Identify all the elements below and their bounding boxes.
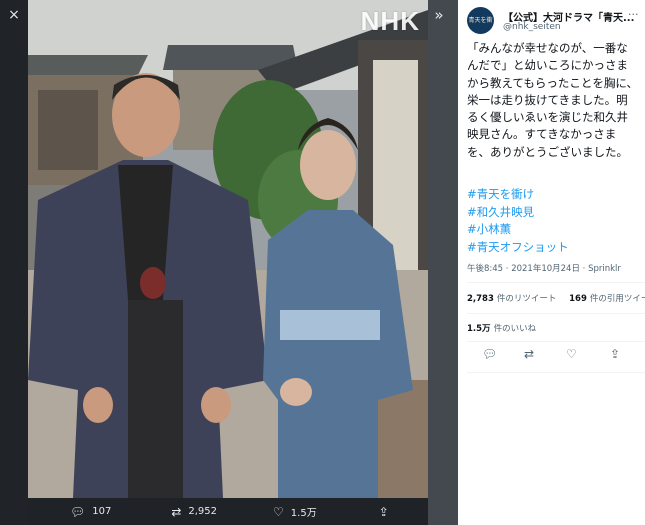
retweets-stat[interactable]: 2,783 件のリツイート xyxy=(467,294,556,304)
reply-icon[interactable]: 💬︎ xyxy=(482,347,497,361)
reply-button[interactable]: 💬︎ 107 xyxy=(70,505,111,519)
tweet-action-row: 💬︎ ⇄ ♡ ⇪ xyxy=(458,347,645,367)
account-handle[interactable]: @nhk_seiten xyxy=(503,22,561,32)
engagement-stats: 2,783 件のリツイート 169 件の引用ツイー xyxy=(467,292,645,304)
quotes-stat[interactable]: 169 件の引用ツイー xyxy=(569,294,645,304)
divider xyxy=(467,372,645,373)
divider xyxy=(467,282,645,283)
share-icon[interactable]: ⇪ xyxy=(610,347,620,361)
retweet-icon[interactable]: ⇄ xyxy=(524,347,534,361)
reply-count: 107 xyxy=(92,506,112,517)
tweet-detail-panel: 青天を衝け 【公式】大河ドラマ「青天... @nhk_seiten ··· 「み… xyxy=(458,0,645,525)
more-icon: ··· xyxy=(628,8,639,21)
likes-stat[interactable]: 1.5万 件のいいね xyxy=(467,322,536,334)
more-options-button[interactable]: ··· xyxy=(628,8,639,21)
close-icon: × xyxy=(8,7,20,23)
like-count: 1.5万 xyxy=(290,508,317,519)
hashtag-link[interactable]: #小林薫 xyxy=(467,221,639,239)
avatar[interactable]: 青天を衝け xyxy=(467,7,494,34)
expand-panel-button[interactable]: » xyxy=(428,4,450,26)
tweet-timestamp[interactable]: 午後8:45 · 2021年10月24日 · Sprinklr xyxy=(467,262,621,274)
tweet-text: 「みんなが幸せなのが、一番なんだで」と幼いころにかっさまから教えてもらったことを… xyxy=(467,41,639,159)
hashtag-link[interactable]: #青天オフショット xyxy=(467,239,639,257)
tweet-photo[interactable]: NHK xyxy=(28,0,428,498)
divider xyxy=(467,341,645,342)
nhk-watermark: NHK xyxy=(360,6,420,36)
like-button[interactable]: ♡ 1.5万 xyxy=(273,504,317,520)
retweet-count: 2,952 xyxy=(188,506,218,517)
close-button[interactable]: × xyxy=(3,4,25,26)
share-icon: ⇪ xyxy=(378,504,389,519)
hashtag-list: #青天を衝け #和久井映見 #小林薫 #青天オフショット xyxy=(467,186,639,256)
chevron-right-icon: » xyxy=(434,6,444,24)
reply-icon: 💬︎ xyxy=(70,504,86,519)
hashtag-link[interactable]: #和久井映見 xyxy=(467,204,639,222)
heart-icon[interactable]: ♡ xyxy=(566,347,577,361)
photo-illustration xyxy=(28,0,428,498)
divider xyxy=(467,313,645,314)
retweet-button[interactable]: ⇄ 2,952 xyxy=(171,505,217,519)
retweet-icon: ⇄ xyxy=(171,504,182,519)
feed-background-left xyxy=(0,0,28,525)
photo-action-bar: 💬︎ 107 ⇄ 2,952 ♡ 1.5万 ⇪ xyxy=(28,498,428,525)
hashtag-link[interactable]: #青天を衝け xyxy=(467,186,639,204)
avatar-logo: 青天を衝け xyxy=(468,17,493,24)
heart-icon: ♡ xyxy=(273,504,284,519)
share-button[interactable]: ⇪ xyxy=(379,505,396,519)
